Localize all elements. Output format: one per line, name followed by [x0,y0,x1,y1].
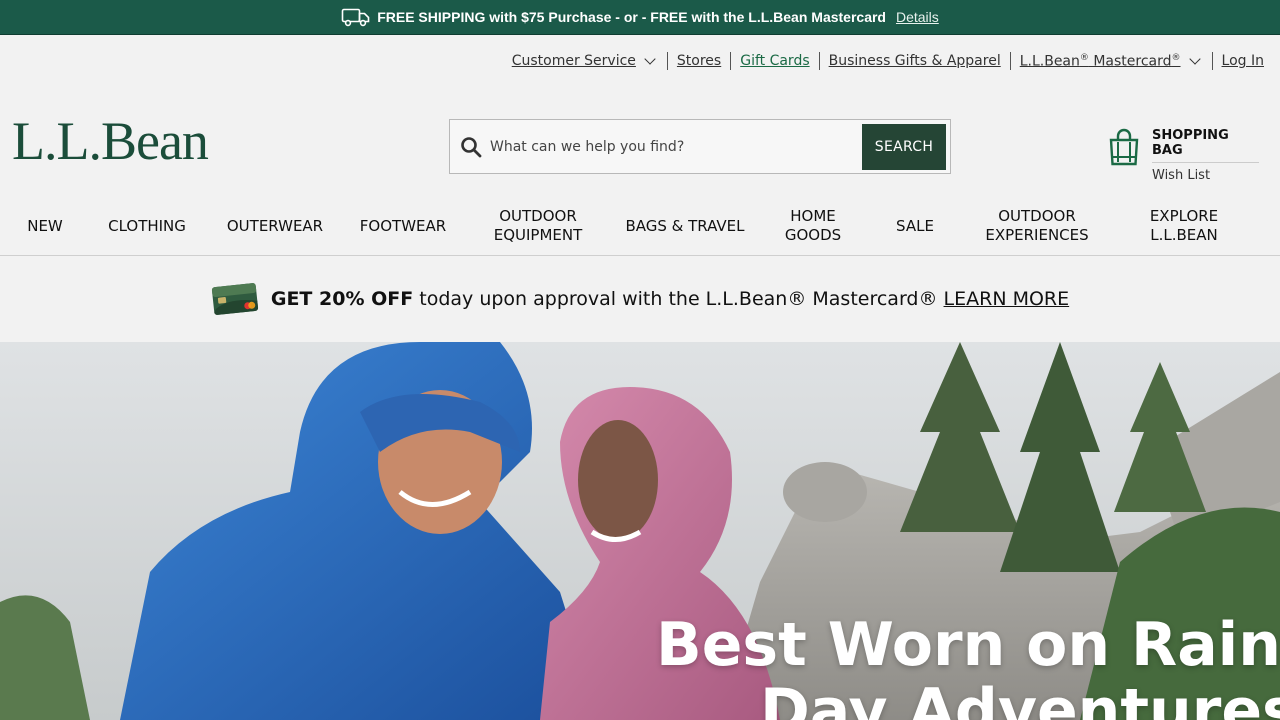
hero-headline-line1: Best Worn on Rainy [656,610,1280,680]
nav-label-line2: EXPERIENCES [985,226,1089,244]
hero-headline-line2: Day Adventures [760,676,1280,720]
free-shipping-banner: FREE SHIPPING with $75 Purchase - or - F… [0,0,1280,35]
divider [730,52,732,70]
chevron-down-icon [1188,53,1201,65]
chevron-down-icon [644,53,656,65]
nav-label-line1: OUTDOOR [998,207,1076,225]
nav-label: NEW [27,216,63,235]
nav-label-line1: EXPLORE [1149,207,1219,225]
nav-item-new[interactable]: NEW [14,200,76,252]
search-button[interactable]: SEARCH [862,123,946,170]
nav-label: SALE [896,216,934,235]
learn-more-link[interactable]: LEARN MORE [944,288,1070,310]
mastercard-label: L.L.Bean® Mastercard® [1019,52,1181,70]
bag-text: SHOPPING BAG Wish List [1152,128,1259,183]
nav-item-bags-travel[interactable]: BAGS & TRAVEL [620,200,750,252]
promo-body: today upon approval with the L.L.Bean® M… [413,288,944,310]
promo-bold: GET 20% OFF [270,288,414,310]
customer-service-label: Customer Service [511,53,636,69]
nav-label-line2: GOODS [784,226,842,244]
hero-banner[interactable]: Best Worn on Rainy Day Adventures [0,342,1280,720]
utility-nav: Customer Service Stores Gift Cards Busin… [512,52,1264,70]
customer-service-link[interactable]: Customer Service [512,53,658,69]
nav-item-sale[interactable]: SALE [886,200,944,252]
nav-item-footwear[interactable]: FOOTWEAR [352,200,454,252]
nav-item-outdoor-equipment[interactable]: OUTDOOR EQUIPMENT [484,200,592,252]
divider [666,52,668,70]
delivery-truck-icon [341,8,370,27]
shopping-bag[interactable]: SHOPPING BAG Wish List [1108,128,1259,183]
divider [1009,52,1011,70]
nav-label: FOOTWEAR [359,216,447,235]
nav-item-home-goods[interactable]: HOME GOODS [776,200,850,252]
promo-text: GET 20% OFF today upon approval with the… [271,288,1069,310]
mastercard-suffix: Mastercard [1088,53,1172,70]
wish-list-link[interactable]: Wish List [1152,168,1259,183]
nav-label: BAGS & TRAVEL [625,216,745,235]
nav-item-clothing[interactable]: CLOTHING [100,200,194,252]
search-icon [461,136,482,157]
stores-link[interactable]: Stores [677,53,721,69]
tote-bag-icon [1109,128,1139,166]
nav-label-line2: L.L.BEAN [1150,226,1218,244]
credit-card-icon [211,283,258,315]
search-input[interactable] [490,138,862,155]
divider [1211,52,1213,70]
mastercard-promo-banner: GET 20% OFF today upon approval with the… [0,256,1280,342]
nav-item-outerwear[interactable]: OUTERWEAR [220,200,330,252]
mastercard-brand: L.L.Bean [1019,53,1080,70]
mastercard-link[interactable]: L.L.Bean® Mastercard® [1019,52,1203,70]
shopping-bag-label[interactable]: SHOPPING BAG [1152,128,1259,163]
login-link[interactable]: Log In [1222,53,1264,69]
business-gifts-link[interactable]: Business Gifts & Apparel [829,53,1001,69]
search-bar: SEARCH [449,119,951,174]
llbean-logo[interactable]: L.L.Bean [12,113,209,169]
nav-item-outdoor-experiences[interactable]: OUTDOOR EXPERIENCES [978,200,1096,252]
nav-label: CLOTHING [108,216,186,235]
nav-label-line1: OUTDOOR [499,207,577,225]
divider [818,52,820,70]
nav-item-explore-llbean[interactable]: EXPLORE L.L.BEAN [1134,200,1234,252]
nav-label-line2: EQUIPMENT [493,226,583,244]
nav-label-line1: HOME [790,207,836,225]
main-nav: NEW CLOTHING OUTERWEAR FOOTWEAR OUTDOOR … [0,200,1280,256]
gift-cards-link[interactable]: Gift Cards [740,53,809,69]
free-shipping-text: FREE SHIPPING with $75 Purchase - or - F… [377,9,886,25]
shipping-details-link[interactable]: Details [896,9,939,25]
nav-label: OUTERWEAR [226,216,324,235]
